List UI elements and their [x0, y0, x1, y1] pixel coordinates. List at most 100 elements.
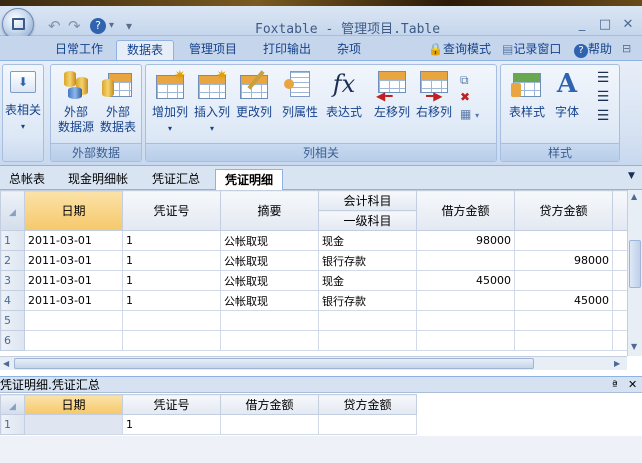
scroll-left-icon[interactable]: ◀: [3, 359, 9, 368]
column-properties-button[interactable]: 列属性: [280, 69, 320, 120]
column-header-summary[interactable]: 摘要: [220, 190, 319, 231]
sheet-list-dropdown-icon[interactable]: ▼: [628, 171, 635, 181]
column-copy-icon[interactable]: ⧉: [460, 73, 492, 88]
cell-debit[interactable]: [220, 414, 319, 435]
cell-voucher-no[interactable]: [122, 310, 221, 331]
table-related-button[interactable]: ⬇ 表相关 ▾: [5, 69, 41, 134]
row-number[interactable]: 1: [0, 414, 25, 435]
cell-summary[interactable]: 公帐取现: [220, 250, 319, 271]
table-row[interactable]: 1 2011-03-01 1 公帐取现 现金 98000: [0, 230, 627, 251]
sheet-tab-voucher-detail[interactable]: 凭证明细: [215, 169, 283, 190]
cell-summary[interactable]: 公帐取现: [220, 290, 319, 311]
row-number[interactable]: 2: [0, 250, 25, 271]
table-row[interactable]: 2 2011-03-01 1 公帐取现 银行存款 98000: [0, 250, 627, 271]
cell-credit[interactable]: [318, 414, 417, 435]
tab-daily-work[interactable]: 日常工作: [46, 40, 112, 60]
align-center-icon[interactable]: ☰: [593, 88, 613, 107]
column-header-group-account[interactable]: 会计科目: [318, 190, 417, 211]
cell-debit[interactable]: [416, 310, 515, 331]
sheet-tab-voucher-summary[interactable]: 凭证汇总: [144, 169, 208, 190]
cell-debit[interactable]: [416, 290, 515, 311]
column-header-credit[interactable]: 贷方金额: [514, 190, 613, 231]
cell-date[interactable]: 2011-03-01: [24, 230, 123, 251]
cell-summary[interactable]: [220, 330, 319, 351]
expression-button[interactable]: fx 表达式: [324, 69, 364, 120]
table-row[interactable]: 3 2011-03-01 1 公帐取现 现金 45000: [0, 270, 627, 291]
align-left-icon[interactable]: ☰: [593, 69, 613, 88]
record-window-toggle[interactable]: ▤记录窗口: [502, 40, 561, 58]
cell-subject[interactable]: [318, 310, 417, 331]
main-data-grid[interactable]: ◢ 日期 凭证号 摘要 会计科目 借方金额 贷方金额 一级科目 1 2011-0…: [0, 190, 627, 356]
external-datatable-button[interactable]: 外部 数据表: [97, 69, 139, 135]
cell-voucher-no[interactable]: 1: [122, 270, 221, 291]
horizontal-scrollbar[interactable]: ◀ ▶: [0, 356, 627, 370]
vertical-scroll-thumb[interactable]: [629, 240, 641, 288]
cell-date[interactable]: 2011-03-01: [24, 270, 123, 291]
sub-column-header-credit[interactable]: 贷方金额: [318, 394, 417, 415]
cell-voucher-no[interactable]: 1: [122, 250, 221, 271]
sheet-tab-cash-detail[interactable]: 现金明细帐: [60, 169, 136, 190]
column-grid-dropdown-icon[interactable]: ▦ ▾: [460, 107, 492, 123]
move-column-right-button[interactable]: ━▶ 右移列: [414, 69, 454, 120]
column-header-date[interactable]: 日期: [24, 190, 123, 231]
cell-credit[interactable]: 45000: [514, 290, 613, 311]
insert-column-button[interactable]: ✷ 插入列 ▾: [192, 69, 232, 136]
cell-debit[interactable]: [416, 250, 515, 271]
row-number[interactable]: 4: [0, 290, 25, 311]
scroll-right-icon[interactable]: ▶: [614, 359, 620, 368]
cell-credit[interactable]: 98000: [514, 250, 613, 271]
cell-credit[interactable]: [514, 310, 613, 331]
panel-close-icon[interactable]: ✕: [628, 377, 637, 393]
cell-date[interactable]: [24, 310, 123, 331]
tab-misc[interactable]: 杂项: [328, 40, 370, 60]
table-row[interactable]: 6: [0, 330, 627, 351]
pin-icon[interactable]: ª: [612, 377, 618, 393]
grid-corner[interactable]: ◢: [0, 190, 25, 231]
cell-voucher-no[interactable]: 1: [122, 414, 221, 435]
scroll-up-icon[interactable]: ▲: [631, 192, 637, 201]
table-row[interactable]: 5: [0, 310, 627, 331]
query-mode-toggle[interactable]: 🔒查询模式: [428, 40, 491, 58]
cell-subject[interactable]: 现金: [318, 270, 417, 291]
cell-subject[interactable]: [318, 330, 417, 351]
sheet-tab-general-ledger[interactable]: 总帐表: [2, 169, 52, 190]
sub-grid-corner[interactable]: ◢: [0, 394, 25, 415]
column-delete-icon[interactable]: ✖: [460, 90, 492, 105]
sub-column-header-debit[interactable]: 借方金额: [220, 394, 319, 415]
cell-summary[interactable]: [220, 310, 319, 331]
maximize-button[interactable]: □: [595, 16, 615, 34]
row-number[interactable]: 5: [0, 310, 25, 331]
cell-debit[interactable]: 98000: [416, 230, 515, 251]
table-row[interactable]: 1 1: [0, 414, 417, 435]
cell-subject[interactable]: 银行存款: [318, 290, 417, 311]
vertical-scrollbar[interactable]: ▲ ▼: [627, 190, 642, 356]
cell-debit[interactable]: 45000: [416, 270, 515, 291]
row-number[interactable]: 1: [0, 230, 25, 251]
column-header-first-level-account[interactable]: 一级科目: [318, 210, 417, 231]
cell-summary[interactable]: 公帐取现: [220, 270, 319, 291]
ribbon-expand-icon[interactable]: ⊟: [622, 40, 631, 58]
external-datasource-button[interactable]: 外部 数据源: [55, 69, 97, 135]
cell-date[interactable]: [24, 414, 123, 435]
cell-subject[interactable]: 银行存款: [318, 250, 417, 271]
help-button[interactable]: ? 帮助: [574, 40, 612, 58]
sub-data-grid[interactable]: ◢ 日期 凭证号 借方金额 贷方金额 1 1: [0, 394, 417, 435]
font-button[interactable]: A 字体: [551, 69, 583, 120]
row-number[interactable]: 3: [0, 270, 25, 291]
add-column-button[interactable]: ✷ 增加列 ▾: [150, 69, 190, 136]
tab-manage-project[interactable]: 管理项目: [180, 40, 246, 60]
redo-icon[interactable]: ↷: [68, 16, 81, 36]
sub-column-header-voucher-no[interactable]: 凭证号: [122, 394, 221, 415]
cell-voucher-no[interactable]: [122, 330, 221, 351]
row-number[interactable]: 6: [0, 330, 25, 351]
help-quick-icon[interactable]: ?: [90, 18, 106, 34]
minimize-button[interactable]: _: [572, 16, 592, 34]
qat-dropdown-icon[interactable]: ▾: [126, 16, 132, 36]
customize-qat-icon[interactable]: ▾: [109, 16, 114, 36]
cell-debit[interactable]: [416, 330, 515, 351]
scroll-down-icon[interactable]: ▼: [631, 342, 637, 351]
close-button[interactable]: ✕: [618, 16, 638, 34]
cell-credit[interactable]: [514, 270, 613, 291]
horizontal-scroll-thumb[interactable]: [14, 358, 534, 369]
cell-voucher-no[interactable]: 1: [122, 230, 221, 251]
